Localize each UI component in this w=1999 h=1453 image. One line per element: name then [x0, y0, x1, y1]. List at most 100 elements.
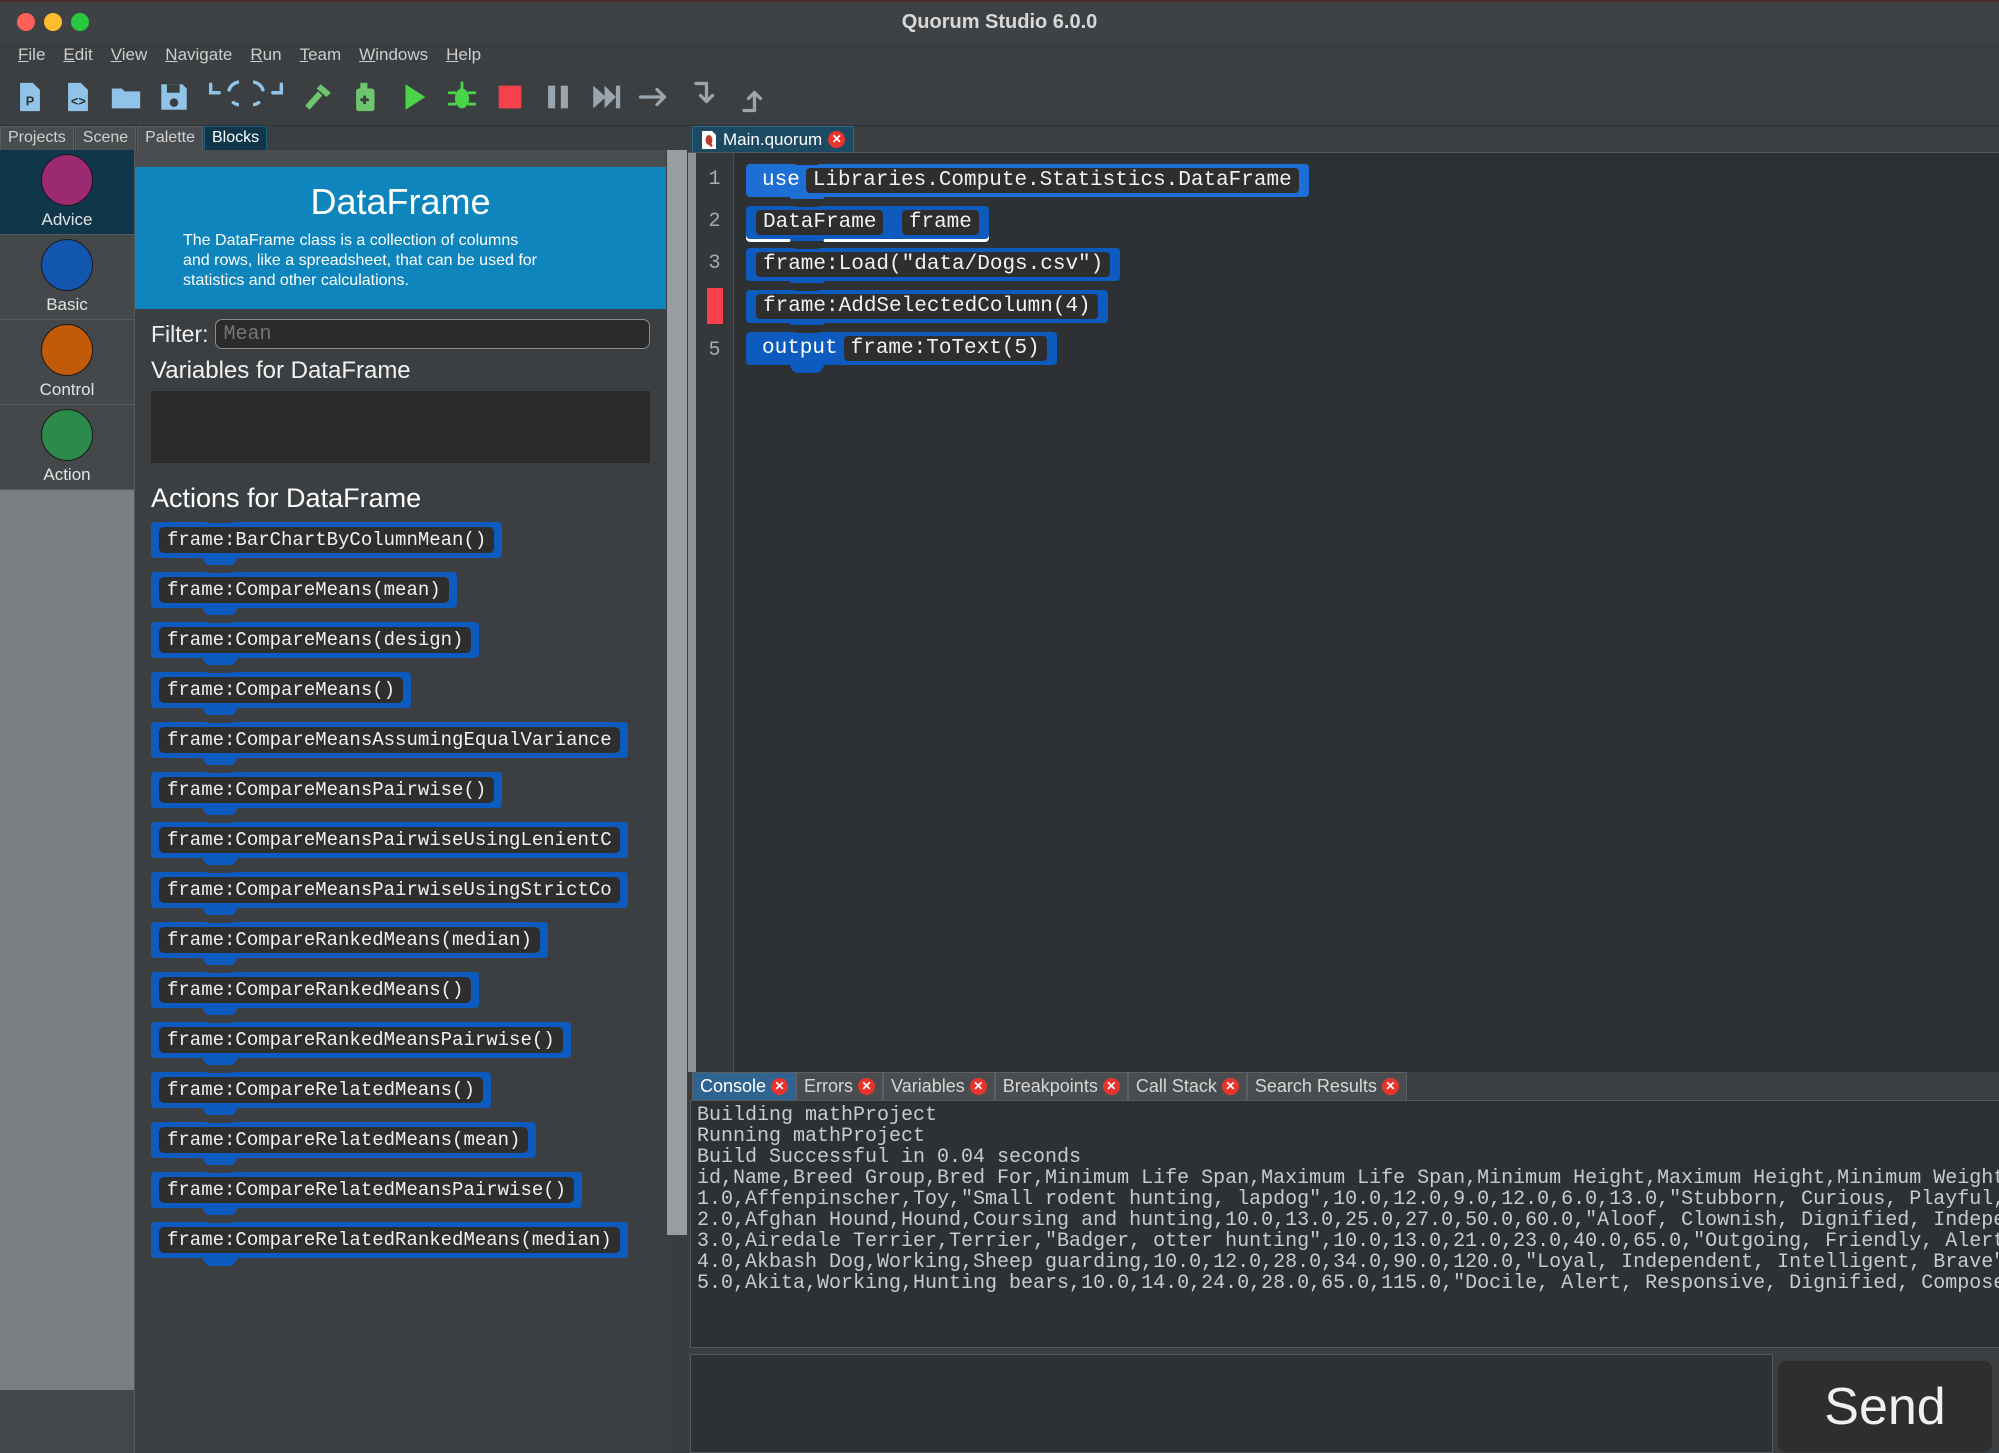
advice-bubble-icon	[41, 154, 93, 206]
menu-edit[interactable]: Edit	[54, 42, 101, 68]
right-side: Main.quorum ✕ 1 2 3 5 use Libraries.Compu…	[688, 126, 1999, 1453]
code-line[interactable]: output frame:ToText(5)	[746, 324, 1999, 373]
action-block[interactable]: frame:CompareRankedMeans(median)	[151, 915, 548, 966]
filter-label: Filter:	[151, 320, 209, 347]
tab-search-results[interactable]: Search Results ✕	[1246, 1072, 1407, 1100]
console-output[interactable]: Building mathProject Running mathProject…	[690, 1100, 1999, 1348]
variables-list[interactable]	[151, 391, 650, 463]
class-header-card: DataFrame The DataFrame class is a colle…	[135, 167, 666, 309]
menu-file[interactable]: FFileile	[9, 42, 54, 68]
tab-palette[interactable]: Palette	[137, 126, 203, 150]
close-icon[interactable]: ✕	[858, 1078, 876, 1095]
action-block[interactable]: frame:CompareRankedMeansPairwise()	[151, 1015, 571, 1066]
code-block-use[interactable]: use Libraries.Compute.Statistics.DataFram…	[746, 156, 1309, 205]
action-block[interactable]: frame:CompareMeansPairwiseUsingStrictCo	[151, 865, 628, 916]
step-over-icon[interactable]	[630, 73, 678, 121]
code-line[interactable]: frame:Load("data/Dogs.csv")	[746, 240, 1999, 289]
tab-call-stack[interactable]: Call Stack ✕	[1127, 1072, 1247, 1100]
close-icon[interactable]: ✕	[1102, 1078, 1120, 1095]
redo-icon[interactable]	[246, 73, 294, 121]
menu-view[interactable]: View	[102, 42, 157, 68]
library-path-pill[interactable]: Libraries.Compute.Statistics.DataFrame	[805, 167, 1299, 193]
category-basic[interactable]: Basic	[0, 235, 134, 320]
window-title: Quorum Studio 6.0.0	[901, 10, 1098, 33]
menu-team[interactable]: Team	[291, 42, 351, 68]
variable-pill[interactable]: frame	[901, 209, 979, 235]
code-line[interactable]: frame:AddSelectedColumn(4)	[746, 282, 1999, 331]
keyword-token: use	[762, 168, 800, 192]
scrollbar-thumb[interactable]	[667, 150, 687, 1235]
save-icon[interactable]	[150, 73, 198, 121]
new-project-icon[interactable]: P	[6, 73, 54, 121]
undo-icon[interactable]	[198, 73, 246, 121]
menu-help[interactable]: Help	[437, 42, 490, 68]
step-out-icon[interactable]	[726, 73, 774, 121]
open-project-icon[interactable]	[102, 73, 150, 121]
close-icon[interactable]: ✕	[828, 131, 846, 148]
code-block-add-selected-column[interactable]: frame:AddSelectedColumn(4)	[746, 282, 1108, 331]
tab-console[interactable]: Console ✕	[692, 1072, 797, 1100]
category-advice[interactable]: Advice	[0, 150, 134, 235]
build-hammer-icon[interactable]	[294, 73, 342, 121]
category-control[interactable]: Control	[0, 320, 134, 405]
new-file-icon[interactable]: <>	[54, 73, 102, 121]
tab-blocks[interactable]: Blocks	[203, 126, 268, 150]
code-line[interactable]: DataFrame frame	[746, 198, 1999, 247]
category-label: Action	[43, 465, 91, 484]
call-pill[interactable]: frame:AddSelectedColumn(4)	[756, 293, 1098, 319]
action-block[interactable]: frame:CompareRelatedRankedMeans(median)	[151, 1215, 628, 1266]
code-blocks-canvas[interactable]: use Libraries.Compute.Statistics.DataFram…	[734, 153, 1999, 1072]
step-into-icon[interactable]	[678, 73, 726, 121]
code-block-output[interactable]: output frame:ToText(5)	[746, 324, 1057, 373]
action-block[interactable]: frame:CompareRelatedMeans()	[151, 1065, 491, 1116]
close-icon[interactable]: ✕	[969, 1078, 987, 1095]
tab-variables[interactable]: Variables ✕	[883, 1072, 995, 1100]
console-line: 5.0,Akita,Working,Hunting bears,10.0,14.…	[697, 1272, 1999, 1295]
action-block[interactable]: frame:CompareMeansPairwiseUsingLenientC	[151, 815, 628, 866]
call-pill[interactable]: frame:Load("data/Dogs.csv")	[756, 251, 1111, 277]
action-block[interactable]: frame:CompareMeans(design)	[151, 615, 480, 666]
tab-scene[interactable]: Scene	[74, 126, 137, 150]
console-line: Building mathProject	[697, 1104, 938, 1127]
close-icon[interactable]: ✕	[771, 1078, 789, 1095]
category-action[interactable]: Action	[0, 405, 134, 490]
clean-build-icon[interactable]	[342, 73, 390, 121]
tab-breakpoints[interactable]: Breakpoints ✕	[994, 1072, 1128, 1100]
stop-icon[interactable]	[486, 73, 534, 121]
action-block[interactable]: frame:CompareMeansPairwise()	[151, 765, 503, 816]
menu-navigate[interactable]: Navigate	[156, 42, 241, 68]
blocks-vertical-scrollbar[interactable]	[666, 150, 688, 1453]
action-block[interactable]: frame:CompareRelatedMeansPairwise()	[151, 1165, 583, 1216]
continue-icon[interactable]	[582, 73, 630, 121]
line-number: 3	[708, 252, 721, 275]
breakpoint-marker[interactable]	[696, 288, 733, 330]
action-block[interactable]: frame:CompareRankedMeans()	[151, 965, 480, 1016]
action-block[interactable]: frame:CompareMeans()	[151, 665, 412, 716]
category-rail-filler	[0, 490, 134, 1390]
action-block[interactable]: frame:CompareRelatedMeans(mean)	[151, 1115, 537, 1166]
code-block-load[interactable]: frame:Load("data/Dogs.csv")	[746, 240, 1121, 289]
menu-windows[interactable]: Windows	[350, 42, 437, 68]
code-block-declaration[interactable]: DataFrame frame	[746, 198, 989, 247]
call-pill[interactable]: frame:ToText(5)	[843, 335, 1047, 361]
code-editor[interactable]: 1 2 3 5 use Libraries.Compute.Statistics.…	[688, 152, 1999, 1072]
console-line: Running mathProject	[697, 1125, 926, 1148]
code-line[interactable]: use Libraries.Compute.Statistics.DataFram…	[746, 156, 1999, 205]
editor-tab-main-quorum[interactable]: Main.quorum ✕	[692, 126, 855, 152]
send-button[interactable]: Send	[1777, 1360, 1993, 1453]
type-pill[interactable]: DataFrame	[756, 209, 884, 235]
editor-gutter[interactable]: 1 2 3 5	[696, 153, 734, 1072]
run-icon[interactable]	[390, 73, 438, 121]
action-block[interactable]: frame:CompareMeans(mean)	[151, 565, 457, 616]
tab-projects[interactable]: Projects	[0, 126, 74, 150]
tab-errors[interactable]: Errors ✕	[796, 1072, 884, 1100]
action-block[interactable]: frame:BarChartByColumnMean()	[151, 515, 503, 566]
action-block[interactable]: frame:CompareMeansAssumingEqualVariance	[151, 715, 628, 766]
pause-icon[interactable]	[534, 73, 582, 121]
console-input[interactable]	[690, 1354, 1773, 1453]
close-icon[interactable]: ✕	[1381, 1078, 1399, 1095]
filter-input[interactable]	[214, 319, 650, 349]
close-icon[interactable]: ✕	[1221, 1078, 1239, 1095]
menu-run[interactable]: Run	[241, 42, 290, 68]
debug-icon[interactable]	[438, 73, 486, 121]
